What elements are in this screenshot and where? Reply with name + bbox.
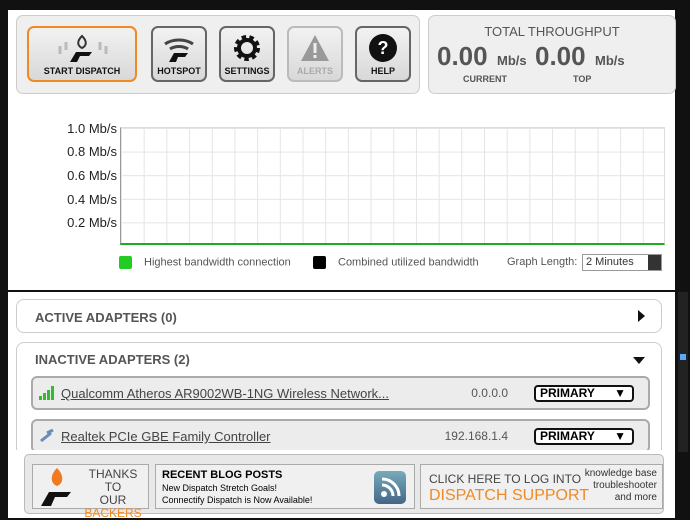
- legend-combined: Combined utilized bandwidth: [313, 256, 479, 269]
- dispatch-flame-hand-icon: [58, 34, 108, 62]
- dropdown-arrow-icon: ▼: [614, 429, 626, 443]
- wifi-signal-icon: [39, 386, 54, 400]
- adapter-name-link[interactable]: Realtek PCIe GBE Family Controller: [61, 429, 271, 444]
- throughput-panel: TOTAL THROUGHPUT 0.00 Mb/s CURRENT 0.00 …: [428, 15, 676, 94]
- adapter-mode-select[interactable]: PRIMARY ▼: [534, 428, 634, 445]
- svg-text:?: ?: [378, 38, 389, 58]
- adapter-name-link[interactable]: Qualcomm Atheros AR9002WB-1NG Wireless N…: [61, 386, 389, 401]
- ethernet-cable-icon: [40, 429, 54, 443]
- y-tick: 0.2 Mb/s: [67, 215, 117, 230]
- collapse-arrow-icon[interactable]: [633, 357, 645, 364]
- alert-triangle-icon: [301, 35, 329, 61]
- expand-arrow-icon[interactable]: [638, 310, 645, 322]
- y-tick: 0.8 Mb/s: [67, 144, 117, 159]
- scrollbar[interactable]: [678, 292, 688, 452]
- active-adapters-section[interactable]: ACTIVE ADAPTERS (0): [16, 299, 662, 333]
- blog-post-link[interactable]: New Dispatch Stretch Goals!: [162, 483, 408, 493]
- top-throughput: 0.00: [535, 41, 586, 71]
- footer: THANKS TO OUR BACKERS RECENT BLOG POSTS Ne…: [8, 450, 675, 520]
- blog-post-link[interactable]: Connectify Dispatch is Now Available!: [162, 495, 408, 505]
- blog-posts-panel: RECENT BLOG POSTS New Dispatch Stretch G…: [155, 464, 415, 509]
- dispatch-support-link[interactable]: CLICK HERE TO LOG INTO DISPATCH SUPPORT …: [420, 464, 663, 509]
- help-button[interactable]: ? HELP: [355, 26, 411, 82]
- adapter-row: Realtek PCIe GBE Family Controller 192.1…: [31, 419, 650, 453]
- start-dispatch-button[interactable]: START DISPATCH: [27, 26, 137, 82]
- dropdown-arrow-icon: [648, 255, 661, 270]
- y-tick: 0.6 Mb/s: [67, 168, 117, 183]
- scrollbar-thumb[interactable]: [680, 354, 686, 360]
- gear-icon: [234, 35, 260, 61]
- adapters-panel: ACTIVE ADAPTERS (0) INACTIVE ADAPTERS (2…: [8, 292, 675, 472]
- y-tick: 1.0 Mb/s: [67, 121, 117, 136]
- legend-highest: Highest bandwidth connection: [119, 256, 291, 269]
- hotspot-wifi-icon: [164, 38, 194, 62]
- legend-swatch-green: [119, 256, 132, 269]
- hotspot-button[interactable]: HOTSPOT: [151, 26, 207, 82]
- adapter-mode-select[interactable]: PRIMARY ▼: [534, 385, 634, 402]
- dropdown-arrow-icon: ▼: [614, 386, 626, 400]
- legend-swatch-black: [313, 256, 326, 269]
- y-tick: 0.4 Mb/s: [67, 192, 117, 207]
- toolbar: START DISPATCH HOTSPOT SETTINGS ALERTS ?…: [16, 15, 420, 94]
- backers-link[interactable]: THANKS TO OUR BACKERS: [32, 464, 149, 520]
- bandwidth-graph: [120, 127, 665, 245]
- adapter-row: Qualcomm Atheros AR9002WB-1NG Wireless N…: [31, 376, 650, 410]
- footer-box: THANKS TO OUR BACKERS RECENT BLOG POSTS Ne…: [24, 454, 664, 520]
- settings-button[interactable]: SETTINGS: [219, 26, 275, 82]
- alerts-button[interactable]: ALERTS: [287, 26, 343, 82]
- help-question-icon: ?: [369, 34, 397, 62]
- rss-icon[interactable]: [374, 471, 406, 504]
- current-throughput: 0.00: [437, 41, 488, 71]
- main-panel: START DISPATCH HOTSPOT SETTINGS ALERTS ?…: [8, 10, 676, 290]
- graph-length-select[interactable]: 2 Minutes: [582, 254, 662, 271]
- flame-hand-logo-icon: [41, 468, 71, 506]
